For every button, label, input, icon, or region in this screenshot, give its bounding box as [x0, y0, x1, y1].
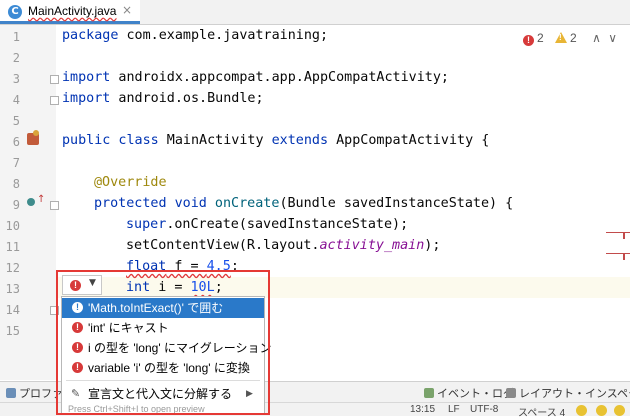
code-line-4: import android.os.Bundle;	[62, 91, 264, 106]
close-tab-icon[interactable]: ×	[122, 3, 132, 17]
popup-divider	[66, 380, 260, 381]
code-line-11: setContentView(R.layout.activity_main);	[126, 238, 441, 253]
code-line-1: package com.example.javatraining;	[62, 28, 329, 43]
chevron-down-icon: ▼	[89, 278, 96, 288]
line-number: 11	[5, 240, 20, 254]
warning-icon: !	[555, 32, 568, 43]
tab-main-activity[interactable]: C MainActivity.java ×	[0, 0, 140, 24]
lock-icon[interactable]	[576, 405, 587, 416]
fold-marker-icon[interactable]	[50, 306, 59, 315]
error-fix-icon: !	[72, 322, 83, 333]
feedback-icon[interactable]	[614, 405, 625, 416]
line-number: 3	[12, 72, 20, 86]
line-number: 12	[5, 261, 20, 275]
error-stripe-mark	[606, 253, 630, 254]
error-fix-icon: !	[72, 342, 83, 353]
java-class-icon: C	[8, 5, 22, 19]
fix-item-cast-int[interactable]: ! 'int' にキャスト	[62, 318, 264, 338]
code-line-8: @Override	[94, 175, 167, 190]
pencil-icon: ✎	[71, 387, 81, 400]
error-fix-icon: !	[72, 362, 83, 373]
file-encoding[interactable]: UTF-8	[470, 404, 498, 415]
preview-hint: Press Ctrl+Shift+I to open preview	[68, 404, 205, 414]
error-icon: !	[523, 35, 534, 46]
fold-marker-icon[interactable]	[50, 75, 59, 84]
profiler-icon	[6, 388, 16, 398]
run-activity-icon[interactable]	[27, 130, 39, 145]
layout-inspector-icon	[506, 388, 516, 398]
fix-item-split-declaration[interactable]: ✎ 宣言文と代入文に分解する ▶	[62, 384, 264, 404]
error-fix-icon: !	[72, 302, 83, 313]
run-activity-dot	[33, 130, 39, 136]
line-number: 4	[12, 93, 20, 107]
error-count: 2	[537, 31, 544, 45]
line-number: 1	[12, 30, 20, 44]
line-number: 8	[12, 177, 20, 191]
error-bulb-icon: !	[70, 280, 81, 291]
line-number: 9	[12, 198, 20, 212]
scrollbar-error-mark[interactable]	[623, 233, 625, 239]
indent-setting[interactable]: スペース 4	[518, 404, 565, 419]
override-method-icon[interactable]: ↑	[27, 194, 45, 206]
line-number: 10	[5, 219, 20, 233]
line-number: 6	[12, 135, 20, 149]
code-line-9: protected void onCreate(Bundle savedInst…	[94, 196, 514, 211]
code-line-6: public class MainActivity extends AppCom…	[62, 133, 490, 148]
fix-item-convert-long[interactable]: ! variable 'i' の型を 'long' に変換	[62, 358, 264, 378]
line-number: 15	[5, 324, 20, 338]
code-line-10: super.onCreate(savedInstanceState);	[126, 217, 409, 232]
fix-item-wrap-math-tointexact[interactable]: ! 'Math.toIntExact()' で囲む	[62, 298, 264, 318]
layout-inspector-button[interactable]: レイアウト・インスペクター	[506, 385, 630, 401]
chevron-right-icon: ▶	[246, 389, 253, 399]
fold-marker-icon[interactable]	[50, 201, 59, 210]
error-stripe-mark	[606, 232, 630, 233]
warning-count: 2	[570, 31, 577, 45]
code-line-13: int i = 10L;	[126, 280, 223, 295]
inspection-widget[interactable]: ! 2 ! 2 ∧ ∨	[523, 31, 617, 49]
event-log-icon	[424, 388, 434, 398]
line-separator[interactable]: LF	[448, 404, 460, 415]
caret-position[interactable]: 13:15	[410, 404, 435, 415]
code-line-3: import androidx.appcompat.app.AppCompatA…	[62, 70, 449, 85]
next-highlight-icon[interactable]: ∨	[608, 31, 617, 45]
line-number: 7	[12, 156, 20, 170]
editor-tab-bar: C MainActivity.java ×	[0, 0, 630, 25]
scrollbar-error-mark[interactable]	[623, 254, 625, 260]
fold-marker-icon[interactable]	[50, 96, 59, 105]
override-arrow-icon: ↑	[37, 194, 46, 205]
previous-highlight-icon[interactable]: ∧	[592, 31, 601, 45]
quick-fix-popup: ! 'Math.toIntExact()' で囲む ! 'int' にキャスト …	[61, 296, 271, 415]
tab-filename: MainActivity.java	[28, 4, 117, 18]
line-number: 2	[12, 51, 20, 65]
line-number: 14	[5, 303, 20, 317]
intention-bulb-button[interactable]: ! ▼	[62, 275, 102, 295]
line-number: 13	[5, 282, 20, 296]
code-line-12: float f = 4.5;	[126, 259, 239, 274]
event-log-button[interactable]: イベント・ログ	[424, 385, 514, 401]
line-number: 5	[12, 114, 20, 128]
fix-item-migrate-long[interactable]: ! i の型を 'long' にマイグレーション	[62, 338, 271, 358]
smiley-icon[interactable]	[596, 405, 607, 416]
